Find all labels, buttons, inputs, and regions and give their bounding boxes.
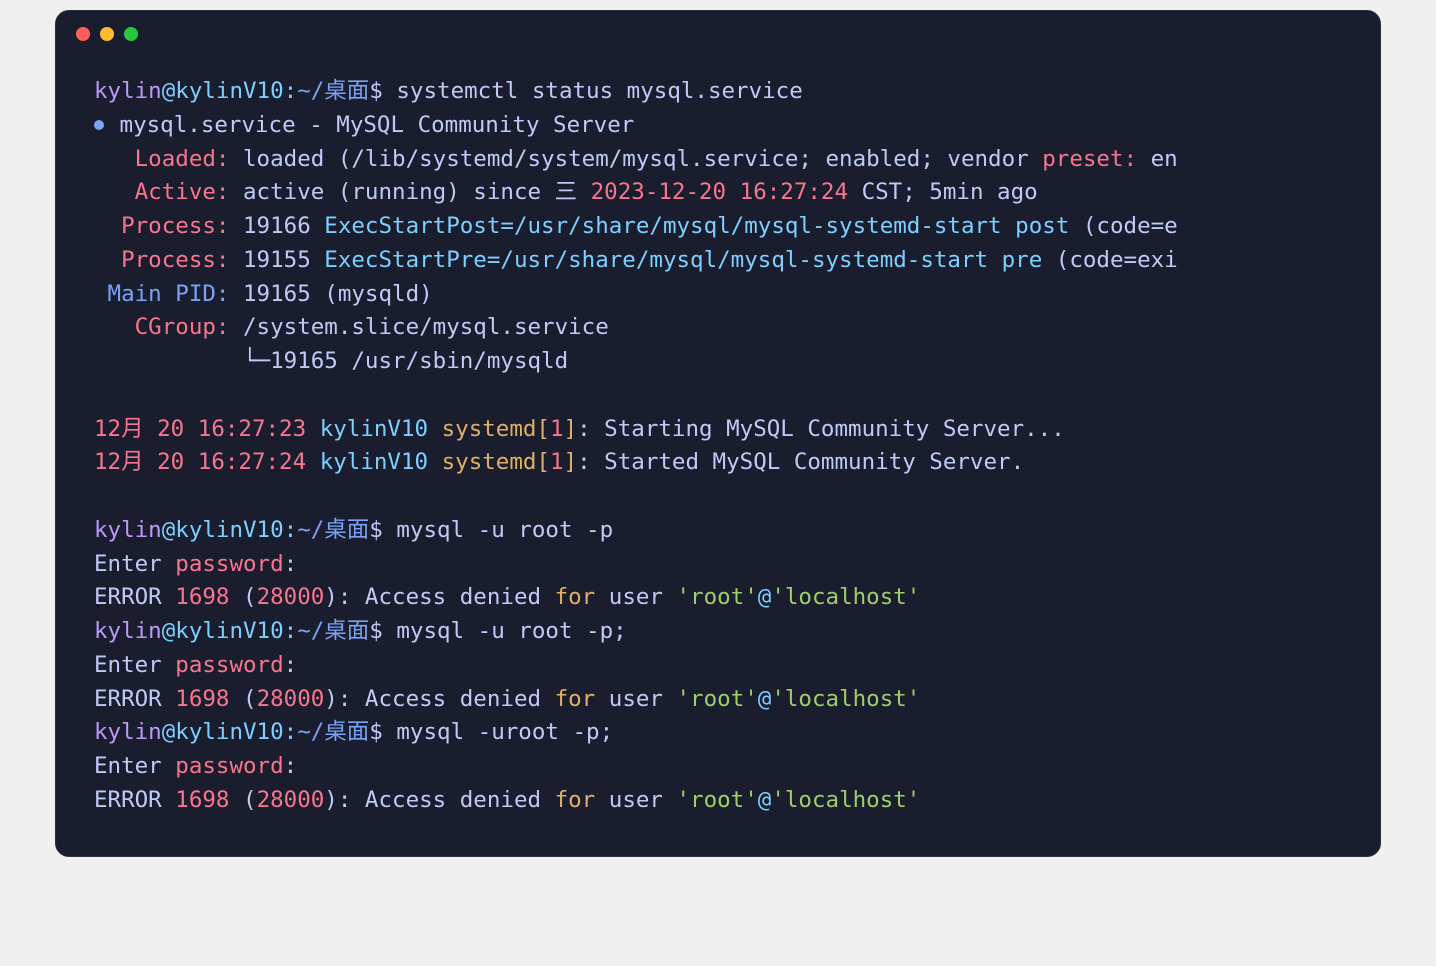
process-cmd: ExecStartPost=/usr/share/mysql/mysql-sys… bbox=[324, 213, 1083, 239]
command-text: mysql -uroot -p; bbox=[396, 719, 613, 745]
for-keyword: for bbox=[555, 787, 596, 813]
for-keyword: for bbox=[555, 584, 596, 610]
log-proc: systemd[ bbox=[442, 449, 550, 475]
process-label: Process: bbox=[121, 247, 229, 273]
status-bullet-icon bbox=[94, 120, 104, 130]
password-label: password bbox=[175, 652, 283, 678]
cgroup-tree: └─19165 /usr/sbin/mysqld bbox=[243, 348, 568, 374]
cgroup-value: /system.slice/mysql.service bbox=[243, 314, 609, 340]
sqlstate: 28000 bbox=[257, 584, 325, 610]
password-label: password bbox=[175, 753, 283, 779]
error-code: 1698 bbox=[175, 686, 243, 712]
error-label: ERROR bbox=[94, 787, 175, 813]
process-label: Process: bbox=[121, 213, 229, 239]
error-label: ERROR bbox=[94, 584, 175, 610]
cgroup-label: CGroup: bbox=[135, 314, 230, 340]
prompt-path: ~/桌面 bbox=[297, 618, 369, 644]
log-host: kylinV10 bbox=[306, 449, 441, 475]
mainpid-value: 19165 (mysqld) bbox=[243, 281, 433, 307]
close-icon[interactable] bbox=[76, 27, 90, 41]
maximize-icon[interactable] bbox=[124, 27, 138, 41]
minimize-icon[interactable] bbox=[100, 27, 114, 41]
titlebar bbox=[56, 11, 1380, 41]
user-string: 'root' bbox=[677, 787, 758, 813]
prompt-at: @ bbox=[162, 78, 176, 104]
error-code: 1698 bbox=[175, 584, 243, 610]
prompt-colon: : bbox=[284, 78, 298, 104]
prompt-user: kylin bbox=[94, 719, 162, 745]
host-string: 'localhost' bbox=[771, 686, 920, 712]
host-string: 'localhost' bbox=[771, 584, 920, 610]
preset-label: preset: bbox=[1042, 146, 1137, 172]
prompt-host: kylinV10 bbox=[175, 78, 283, 104]
command-text: systemctl status mysql.service bbox=[396, 78, 802, 104]
prompt-host: kylinV10 bbox=[175, 618, 283, 644]
prompt-user: kylin bbox=[94, 517, 162, 543]
prompt-host: kylinV10 bbox=[175, 719, 283, 745]
for-keyword: for bbox=[555, 686, 596, 712]
prompt-path: ~/桌面 bbox=[297, 517, 369, 543]
loaded-label: Loaded: bbox=[135, 146, 230, 172]
active-value: active (running) bbox=[243, 179, 460, 205]
process-cmd: ExecStartPre=/usr/share/mysql/mysql-syst… bbox=[324, 247, 1056, 273]
log-msg: : Started MySQL Community Server. bbox=[577, 449, 1024, 475]
log-time: 12月 20 16:27:23 bbox=[94, 416, 306, 442]
service-desc: MySQL Community Server bbox=[336, 112, 634, 138]
prompt-host: kylinV10 bbox=[175, 517, 283, 543]
error-label: ERROR bbox=[94, 686, 175, 712]
prompt-user: kylin bbox=[94, 618, 162, 644]
process-pid: 19155 bbox=[243, 247, 311, 273]
command-text: mysql -u root -p; bbox=[396, 618, 626, 644]
loaded-value: loaded (/lib/systemd/system/mysql.servic… bbox=[243, 146, 1042, 172]
prompt-path: ~/桌面 bbox=[297, 719, 369, 745]
log-time: 12月 20 16:27:24 bbox=[94, 449, 306, 475]
process-pid: 19166 bbox=[243, 213, 311, 239]
prompt-dollar: $ bbox=[369, 78, 383, 104]
log-proc: systemd[ bbox=[442, 416, 550, 442]
password-label: password bbox=[175, 551, 283, 577]
user-string: 'root' bbox=[677, 584, 758, 610]
user-string: 'root' bbox=[677, 686, 758, 712]
mainpid-label: Main PID: bbox=[108, 281, 230, 307]
sqlstate: 28000 bbox=[257, 787, 325, 813]
prompt-user: kylin bbox=[94, 78, 162, 104]
terminal-window: kylin@kylinV10:~/桌面$ systemctl status my… bbox=[55, 10, 1381, 857]
sqlstate: 28000 bbox=[257, 686, 325, 712]
host-string: 'localhost' bbox=[771, 787, 920, 813]
active-label: Active: bbox=[135, 179, 230, 205]
prompt-path: ~/桌面 bbox=[297, 78, 369, 104]
terminal-output[interactable]: kylin@kylinV10:~/桌面$ systemctl status my… bbox=[56, 41, 1380, 856]
datetime: 2023-12-20 16:27:24 bbox=[591, 179, 848, 205]
log-host: kylinV10 bbox=[306, 416, 441, 442]
command-text: mysql -u root -p bbox=[396, 517, 613, 543]
service-name: mysql.service bbox=[120, 112, 296, 138]
log-msg: : Starting MySQL Community Server... bbox=[577, 416, 1065, 442]
error-code: 1698 bbox=[175, 787, 243, 813]
